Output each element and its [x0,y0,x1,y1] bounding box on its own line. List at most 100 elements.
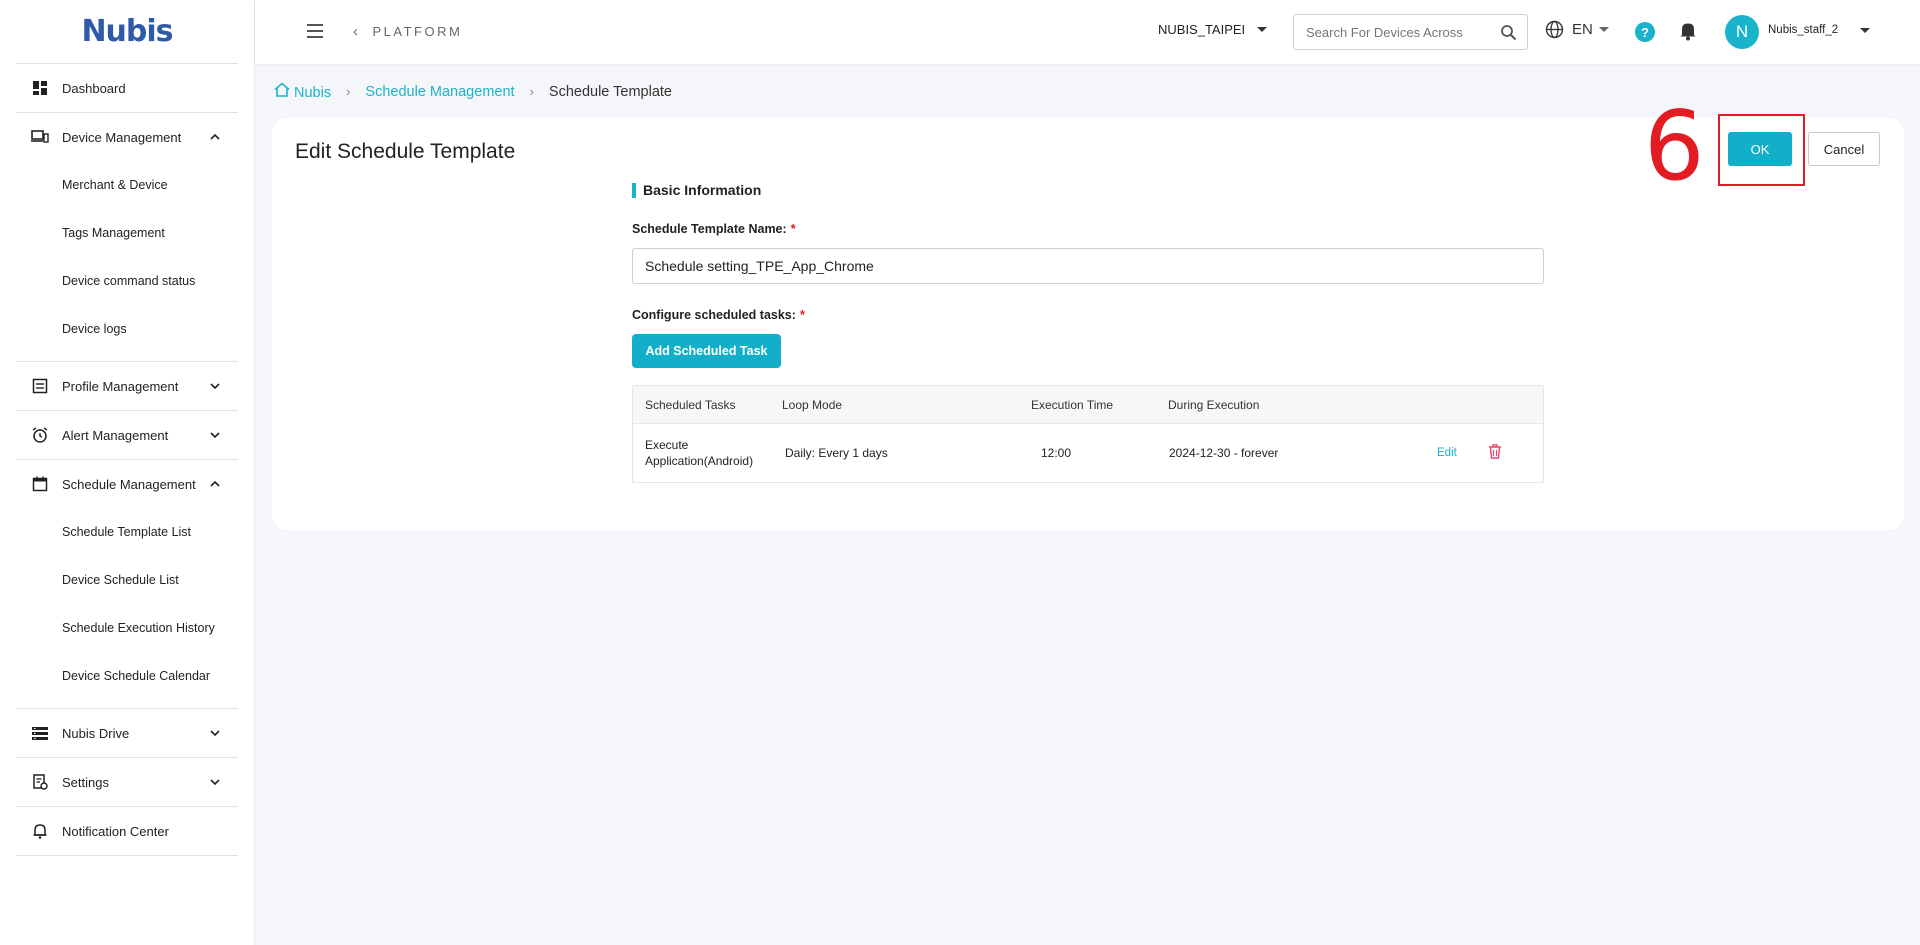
tenant-name: NUBIS_TAIPEI [1158,22,1246,37]
breadcrumb-home-label: Nubis [294,85,332,101]
sidebar-item-label: Profile Management [62,378,179,394]
dashboard-icon [30,78,50,98]
menu-icon[interactable] [307,24,323,38]
section-title: Basic Information [643,182,762,198]
device-search [1293,14,1528,50]
logo-text: Nubis [81,14,173,49]
avatar[interactable]: N [1725,15,1759,49]
alarm-clock-icon [30,425,50,445]
required-mark: * [790,222,796,236]
sidebar-item-schedule-execution-history[interactable]: Schedule Execution History [16,604,238,652]
sidebar-item-device-schedule-calendar[interactable]: Device Schedule Calendar [16,652,238,700]
language-selector[interactable]: EN [1545,20,1609,39]
sidebar: Nubis Dashboard Device Management Mercha… [0,0,255,945]
table-header: Scheduled Tasks Loop Mode Execution Time… [633,386,1543,424]
search-icon[interactable] [1500,24,1517,41]
scheduled-tasks-label: Configure scheduled tasks: * [632,308,805,322]
sidebar-nav: Dashboard Device Management Merchant & D… [16,64,238,856]
chevron-up-icon [210,133,220,140]
globe-icon [1545,20,1564,39]
sidebar-item-notification-center[interactable]: Notification Center [16,807,238,855]
ok-button[interactable]: OK [1728,132,1792,166]
sidebar-item-label: Settings [62,774,109,790]
chevron-up-icon [210,480,220,487]
column-header: Execution Time [1031,397,1114,412]
sidebar-item-label: Notification Center [62,823,169,839]
sidebar-item-nubis-drive[interactable]: Nubis Drive [16,709,238,757]
notification-bell-icon[interactable] [1679,21,1697,46]
edit-template-card: Edit Schedule Template 6 OK Cancel Basic… [272,100,1904,530]
template-name-input[interactable] [632,248,1544,284]
chevron-right-icon: › [529,84,534,99]
column-header: Loop Mode [782,397,843,412]
sidebar-item-settings[interactable]: Settings [16,758,238,806]
caret-down-icon [1860,27,1871,33]
cancel-button[interactable]: Cancel [1808,132,1880,166]
chevron-down-icon [210,383,220,390]
chevron-left-icon: ‹ [353,23,361,40]
top-bar: ‹ PLATFORM NUBIS_TAIPEI EN ? N Nubis_sta… [255,0,1920,64]
platform-back-link[interactable]: ‹ PLATFORM [353,23,462,40]
drive-list-icon [30,723,50,743]
sidebar-item-device-command-status[interactable]: Device command status [16,257,238,305]
sidebar-item-alert-management[interactable]: Alert Management [16,411,238,459]
step-annotation-number: 6 [1644,92,1705,202]
calendar-icon [30,474,50,494]
breadcrumb-home[interactable]: Nubis [274,82,331,101]
template-name-label: Schedule Template Name: * [632,222,796,236]
column-header: During Execution [1168,397,1260,412]
username: Nubis_staff_2 [1768,24,1839,36]
column-header: Scheduled Tasks [645,397,736,412]
sidebar-item-label: Schedule Management [62,476,196,492]
scheduled-tasks-table: Scheduled Tasks Loop Mode Execution Time… [632,385,1544,483]
tenant-selector[interactable]: NUBIS_TAIPEI [1158,22,1268,37]
sidebar-item-label: Alert Management [62,427,169,443]
sidebar-item-schedule-template-list[interactable]: Schedule Template List [16,508,238,556]
page-title: Edit Schedule Template [295,140,516,163]
sidebar-item-label: Device Management [62,129,182,145]
required-mark: * [799,308,805,322]
settings-document-icon [30,772,50,792]
profile-icon [30,376,50,396]
loop-mode-cell: Daily: Every 1 days [785,446,888,460]
add-scheduled-task-button[interactable]: Add Scheduled Task [632,334,781,368]
section-accent-bar [632,182,636,198]
task-name-cell: Execute Application(Android) [645,438,754,468]
home-icon [274,82,290,97]
chevron-down-icon [210,432,220,439]
section-basic-information: Basic Information [632,182,761,198]
devices-icon [30,127,50,147]
caret-down-icon [1257,27,1268,32]
sidebar-item-device-management[interactable]: Device Management [16,113,238,161]
table-row: Execute Application(Android) Daily: Ever… [633,424,1543,482]
sidebar-item-merchant-device[interactable]: Merchant & Device [16,161,238,209]
sidebar-item-schedule-management[interactable]: Schedule Management [16,460,238,508]
chevron-down-icon [210,730,220,737]
sidebar-item-profile-management[interactable]: Profile Management [16,362,238,410]
breadcrumb: Nubis › Schedule Management › Schedule T… [274,82,672,101]
template-name-label-text: Schedule Template Name: [632,222,787,236]
sidebar-item-device-schedule-list[interactable]: Device Schedule List [16,556,238,604]
sidebar-item-label: Dashboard [62,80,126,96]
breadcrumb-current: Schedule Template [548,83,672,100]
sidebar-item-tags-management[interactable]: Tags Management [16,209,238,257]
scheduled-tasks-label-text: Configure scheduled tasks: [632,308,796,322]
chevron-down-icon [210,779,220,786]
sidebar-item-dashboard[interactable]: Dashboard [16,64,238,112]
sidebar-item-label: Nubis Drive [62,725,130,741]
bell-outline-icon [30,821,50,841]
caret-down-icon [1598,27,1609,32]
search-input[interactable] [1306,24,1486,40]
nubis-logo[interactable]: Nubis [16,0,238,64]
breadcrumb-schedule-management[interactable]: Schedule Management [365,84,514,100]
help-icon[interactable]: ? [1635,22,1655,42]
execution-time-cell: 12:00 [1041,446,1072,460]
platform-label: PLATFORM [372,24,463,39]
during-execution-cell: 2024-12-30 - forever [1169,446,1279,460]
sidebar-item-device-logs[interactable]: Device logs [16,305,238,353]
user-menu[interactable]: Nubis_staff_2 [1768,24,1871,36]
trash-icon[interactable] [1488,444,1502,462]
language-label: EN [1572,21,1593,38]
edit-task-link[interactable]: Edit [1437,447,1457,459]
chevron-right-icon: › [346,84,351,99]
